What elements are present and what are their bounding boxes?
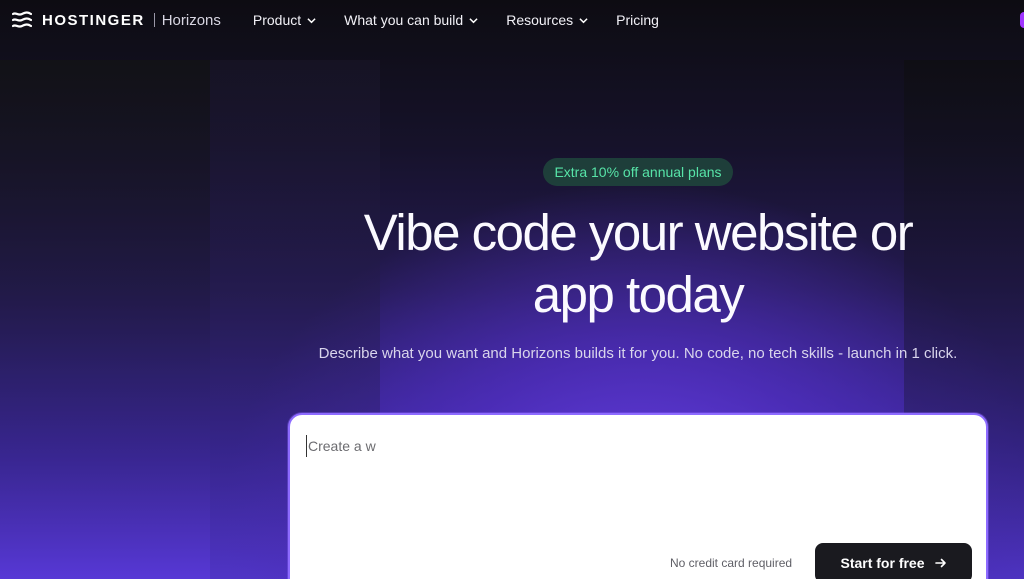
chevron-down-icon [307, 17, 316, 23]
nav-item-what-you-can-build[interactable]: What you can build [344, 12, 478, 28]
hostinger-logo-icon [12, 11, 32, 28]
chevron-down-icon [469, 17, 478, 23]
nav-item-pricing[interactable]: Pricing [616, 12, 659, 28]
nav-item-label: Product [252, 12, 302, 28]
headline-line-1: Vibe code your website or [363, 204, 914, 261]
sub-brand-name: Horizons [161, 11, 221, 29]
page-subheadline: Describe what you want and Horizons buil… [318, 345, 958, 362]
nav-item-label: Resources [506, 12, 574, 28]
prompt-input[interactable] [306, 435, 906, 457]
top-navigation: HOSTINGER Horizons Product What you can … [0, 0, 1024, 40]
chevron-down-icon [579, 17, 588, 23]
nav-item-label: Pricing [616, 12, 659, 28]
logo-link[interactable]: HOSTINGER Horizons [12, 11, 221, 29]
background-column-left [0, 60, 210, 579]
headline-line-2: app today [532, 266, 745, 323]
nav-item-resources[interactable]: Resources [506, 12, 588, 28]
brand-name: HOSTINGER [42, 11, 145, 29]
page-headline: Vibe code your website or app today [288, 202, 988, 326]
arrow-right-icon [934, 558, 946, 568]
promo-badge: Extra 10% off annual plans [543, 158, 733, 186]
start-button-label: Start for free [840, 555, 925, 571]
nav-item-product[interactable]: Product [253, 12, 316, 28]
brand-divider [153, 13, 155, 27]
prompt-box: No credit card required Start for free [288, 413, 988, 579]
nav-edge-button[interactable] [1020, 12, 1024, 28]
start-for-free-button[interactable]: Start for free [815, 543, 972, 579]
no-credit-card-note: No credit card required [670, 556, 793, 570]
nav-item-label: What you can build [344, 12, 464, 28]
